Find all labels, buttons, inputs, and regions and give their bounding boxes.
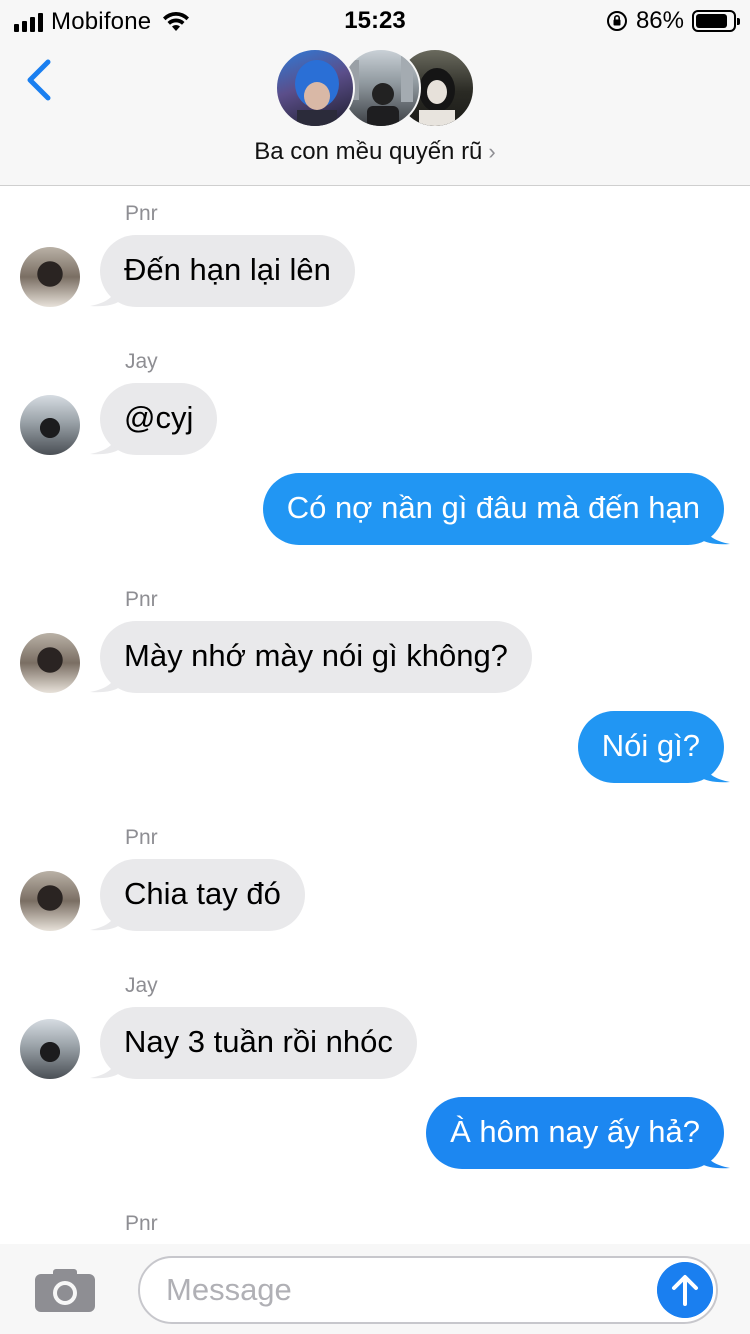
group-name: Ba con mều quyến rũ — [254, 138, 483, 165]
group-avatars[interactable] — [275, 48, 475, 130]
message-input[interactable] — [138, 1256, 718, 1324]
message-bubble-incoming[interactable]: Chia tay đó — [100, 859, 305, 931]
message-thread[interactable]: Pnr Đến hạn lại lên Jay @cyj Có nợ nần g… — [0, 187, 750, 1244]
avatar — [20, 395, 80, 455]
battery-fill — [696, 14, 727, 28]
status-right: 86% — [606, 7, 740, 35]
group-name-button[interactable]: Ba con mều quyến rũ › — [0, 138, 750, 166]
sender-name: Pnr — [125, 202, 158, 225]
message-bubble-outgoing[interactable]: À hôm nay ấy hả? — [426, 1097, 724, 1169]
sender-name: Jay — [125, 350, 158, 373]
avatar — [20, 1019, 80, 1079]
sender-name: Jay — [125, 974, 158, 997]
message-composer — [0, 1244, 750, 1334]
message-bubble-incoming[interactable]: @cyj — [100, 383, 218, 455]
sender-name: Pnr — [125, 826, 158, 849]
conversation-header: Ba con mều quyến rũ › — [0, 40, 750, 186]
chevron-right-icon: › — [488, 139, 496, 164]
message-bubble-outgoing[interactable]: Có nợ nần gì đâu mà đến hạn — [262, 473, 724, 545]
battery-icon — [692, 10, 740, 32]
avatar — [275, 48, 355, 128]
avatar — [20, 633, 80, 693]
battery-percent: 86% — [635, 7, 684, 34]
sender-name: Pnr — [125, 1212, 158, 1235]
avatar — [20, 871, 80, 931]
message-bubble-incoming[interactable]: Đến hạn lại lên — [100, 235, 355, 307]
camera-icon[interactable] — [33, 1266, 97, 1314]
rotation-lock-icon — [606, 11, 627, 31]
chevron-left-icon[interactable] — [18, 56, 62, 104]
avatar — [20, 247, 80, 307]
message-bubble-incoming[interactable]: Mày nhớ mày nói gì không? — [100, 621, 532, 693]
status-bar: Mobifone 15:23 86% — [0, 0, 750, 40]
arrow-up-icon[interactable] — [657, 1262, 713, 1318]
message-bubble-outgoing[interactable]: Nói gì? — [577, 711, 724, 783]
message-bubble-incoming[interactable]: Nay 3 tuần rồi nhóc — [100, 1007, 417, 1079]
sender-name: Pnr — [125, 588, 158, 611]
